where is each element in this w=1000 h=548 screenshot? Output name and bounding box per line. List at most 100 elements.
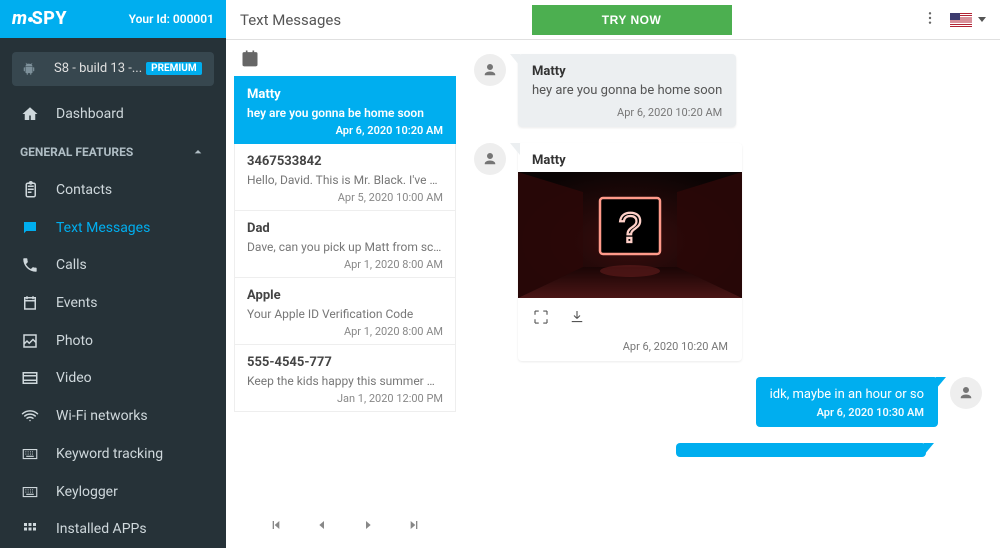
thread-time: Apr 1, 2020 8:00 AM [247, 258, 443, 271]
nav-label: Keylogger [56, 484, 118, 500]
avatar[interactable] [474, 143, 506, 175]
message-time: Apr 6, 2020 10:20 AM [518, 340, 742, 361]
nav-events[interactable]: Events [0, 284, 226, 322]
clipboard-icon [20, 180, 40, 200]
nav-label: Wi-Fi networks [56, 408, 148, 424]
chat-column[interactable]: Matty hey are you gonna be home soon Apr… [456, 40, 1000, 548]
message-bubble: Matty [518, 143, 742, 361]
thread-item[interactable]: Dad Dave, can you pick up Matt from schoo… [234, 211, 456, 278]
nav-text-messages[interactable]: Text Messages [0, 209, 226, 247]
thread-item[interactable]: 3467533842Hello, David. This is Mr. Blac… [234, 144, 456, 211]
expand-button[interactable] [532, 308, 550, 330]
nav-photo[interactable]: Photo [0, 322, 226, 360]
download-button[interactable] [568, 308, 586, 330]
nav-wifi[interactable]: Wi-Fi networks [0, 397, 226, 435]
message-incoming: Matty hey are you gonna be home soon Apr… [474, 54, 982, 127]
thread-sender: Apple [247, 288, 443, 303]
message-sender: Matty [518, 54, 736, 83]
thread-time: Apr 1, 2020 8:00 AM [247, 325, 443, 338]
chevron-down-icon [978, 17, 986, 22]
nav-label: Calls [56, 257, 87, 273]
message-sender: Matty [518, 143, 742, 172]
thread-preview: Keep the kids happy this summer with ... [247, 374, 443, 388]
video-icon [20, 368, 40, 388]
grid-icon [20, 519, 40, 539]
thread-sender: Matty [247, 87, 443, 102]
nav-label: Dashboard [56, 106, 124, 122]
page-title: Text Messages [240, 11, 341, 29]
flag-us-icon [950, 13, 972, 27]
sidebar: mSPY Your Id: 000001 S8 - build 13 -... … [0, 0, 226, 548]
wifi-icon [20, 406, 40, 426]
calendar-icon [240, 48, 260, 68]
image-icon [20, 331, 40, 351]
main-area: Text Messages TRY NOW Mattyhey ar [226, 0, 1000, 548]
locale-selector[interactable] [950, 13, 986, 27]
mms-actions [518, 298, 742, 340]
thread-sender: Dad [247, 221, 443, 236]
thread-item[interactable]: Matty hey are you gonna be home soon Apr 6… [234, 76, 456, 144]
message-time: Apr 6, 2020 10:20 AM [518, 106, 736, 127]
thread-item[interactable]: 555-4545-777 Keep the kids happy this sum… [234, 345, 456, 412]
nav-label: Installed APPs [56, 521, 147, 537]
avatar[interactable] [474, 54, 506, 86]
thread-preview: Your Apple ID Verification Code [247, 307, 443, 321]
message-text: idk, maybe in an hour or so [756, 377, 938, 406]
svg-text:?: ? [618, 204, 641, 251]
pager-prev[interactable] [314, 517, 330, 537]
mms-image[interactable]: ? [518, 172, 742, 298]
thread-sender: 555-4545-777 [247, 355, 443, 370]
message-bubble: Matty hey are you gonna be home soon Apr… [518, 54, 736, 127]
home-icon [20, 104, 40, 124]
thread-pager [234, 504, 456, 548]
thread-preview: Dave, can you pick up Matt from schoo... [247, 240, 443, 254]
pager-last[interactable] [406, 517, 422, 537]
date-filter[interactable] [226, 40, 456, 76]
thread-item[interactable]: Apple Your Apple ID Verification Code Apr … [234, 278, 456, 345]
message-text: hey are you gonna be home soon [518, 83, 736, 106]
content-area: Mattyhey are you gonna be home soonApr 6… [226, 40, 1000, 548]
nav-label: Video [56, 370, 92, 386]
android-icon [22, 62, 36, 76]
calendar-icon [20, 293, 40, 313]
message-incoming-mms: Matty [474, 143, 982, 361]
section-general-features[interactable]: GENERAL FEATURES [0, 133, 226, 171]
keyboard-icon [20, 444, 40, 464]
thread-list-column: Matty hey are you gonna be home soon Apr 6… [226, 40, 456, 548]
chevron-up-icon [190, 144, 206, 160]
nav-label: Events [56, 295, 97, 311]
nav-installed-apps[interactable]: Installed APPs [0, 510, 226, 548]
nav-keylogger[interactable]: Keylogger [0, 473, 226, 511]
brand-logo: mSPY [12, 8, 67, 29]
more-menu-icon[interactable] [922, 10, 938, 30]
pager-next[interactable] [360, 517, 376, 537]
nav-calls[interactable]: Calls [0, 246, 226, 284]
premium-badge: PREMIUM [146, 62, 202, 75]
message-outgoing [474, 443, 982, 457]
nav-dashboard[interactable]: Dashboard [0, 96, 226, 134]
message-icon [20, 218, 40, 238]
nav-label: Contacts [56, 182, 112, 198]
nav-label: Keyword tracking [56, 446, 163, 462]
keyboard-icon [20, 482, 40, 502]
message-outgoing: idk, maybe in an hour or so Apr 6, 2020 … [474, 377, 982, 427]
message-time: Apr 6, 2020 10:30 AM [756, 406, 938, 427]
thread-time: Jan 1, 2020 12:00 PM [247, 392, 443, 405]
nav-label: Photo [56, 333, 93, 349]
message-bubble-partial [676, 443, 926, 457]
message-bubble: idk, maybe in an hour or so Apr 6, 2020 … [756, 377, 938, 427]
section-label: GENERAL FEATURES [20, 145, 133, 159]
avatar[interactable] [950, 377, 982, 409]
thread-time: Apr 6, 2020 10:20 AM [247, 124, 443, 137]
pager-first[interactable] [268, 517, 284, 537]
sidebar-header: mSPY Your Id: 000001 [0, 0, 226, 38]
nav-contacts[interactable]: Contacts [0, 171, 226, 209]
try-now-button[interactable]: TRY NOW [532, 5, 732, 35]
user-id-label: Your Id: 000001 [129, 12, 214, 26]
nav-keyword-tracking[interactable]: Keyword tracking [0, 435, 226, 473]
nav-video[interactable]: Video [0, 360, 226, 398]
device-selector[interactable]: S8 - build 13 -... PREMIUM [12, 52, 214, 86]
thread-preview: Hello, David. This is Mr. Black. I've no… [247, 173, 443, 187]
thread-preview: hey are you gonna be home soon [247, 106, 443, 120]
phone-icon [20, 255, 40, 275]
